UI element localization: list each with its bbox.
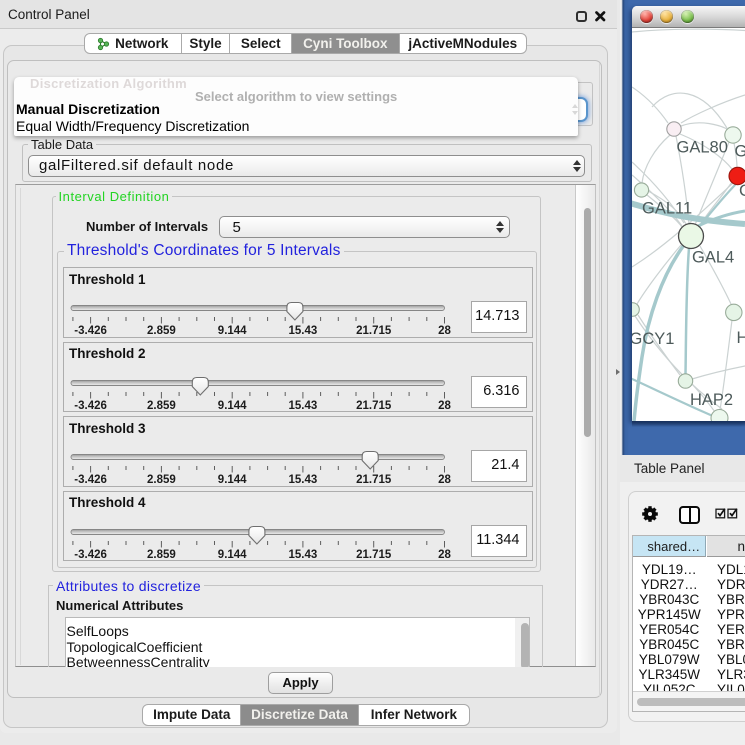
svg-text:15.43: 15.43 [289, 474, 318, 486]
svg-text:28: 28 [438, 325, 451, 337]
svg-text:-3.426: -3.426 [74, 474, 107, 486]
svg-text:15.43: 15.43 [289, 549, 318, 561]
svg-text:GAL80: GAL80 [677, 139, 728, 157]
svg-text:2.859: 2.859 [147, 400, 176, 412]
svg-text:21.715: 21.715 [356, 474, 392, 486]
svg-text:9.144: 9.144 [218, 400, 247, 412]
svg-text:2.859: 2.859 [147, 325, 176, 337]
svg-text:HAP2: HAP2 [690, 391, 733, 409]
svg-text:9.144: 9.144 [218, 325, 247, 337]
svg-text:-3.426: -3.426 [74, 400, 107, 412]
svg-text:21.715: 21.715 [356, 549, 392, 561]
svg-text:15.43: 15.43 [289, 400, 318, 412]
svg-text:28: 28 [438, 474, 451, 486]
svg-text:15.43: 15.43 [289, 325, 318, 337]
svg-text:2.859: 2.859 [147, 474, 176, 486]
svg-text:-3.426: -3.426 [74, 325, 107, 337]
svg-text:2.859: 2.859 [147, 549, 176, 561]
svg-text:28: 28 [438, 549, 451, 561]
svg-text:21.715: 21.715 [356, 325, 392, 337]
svg-text:-3.426: -3.426 [74, 549, 107, 561]
svg-text:GCY1: GCY1 [632, 330, 674, 348]
svg-text:28: 28 [438, 400, 451, 412]
svg-text:GAL4: GAL4 [692, 249, 734, 267]
svg-text:G.: G. [735, 143, 745, 161]
svg-text:21.715: 21.715 [356, 400, 392, 412]
svg-text:GAL11: GAL11 [642, 200, 692, 218]
svg-text:C: C [739, 182, 745, 200]
svg-text:9.144: 9.144 [218, 549, 247, 561]
svg-text:9.144: 9.144 [218, 474, 247, 486]
svg-text:H: H [737, 329, 745, 347]
